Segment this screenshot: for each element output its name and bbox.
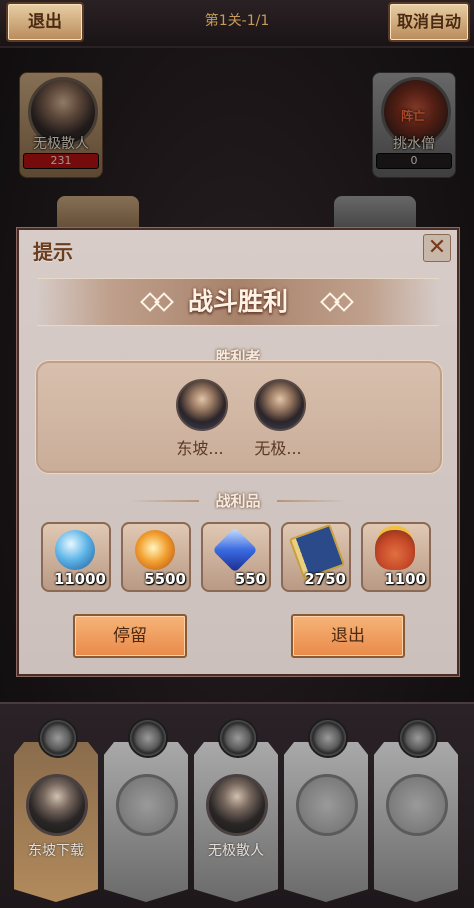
winners-panel: 东坡... 无极... <box>35 360 443 474</box>
slot-avatar <box>206 774 268 836</box>
slot-badge-icon <box>398 718 438 758</box>
exit-dialog-button[interactable]: 退出 <box>291 614 405 658</box>
winner-avatar <box>176 379 228 431</box>
formation-slot-1[interactable]: 东坡下载 <box>14 718 98 902</box>
coin-bag-icon <box>375 530 415 570</box>
winner-item[interactable]: 无极... <box>238 379 318 469</box>
slot-avatar <box>26 774 88 836</box>
fire-orb-icon <box>135 530 175 570</box>
empty-slot-ring <box>296 774 358 836</box>
loot-count: 2750 <box>304 570 346 588</box>
empty-slot-ring <box>116 774 178 836</box>
slot-name: 东坡下载 <box>28 843 84 859</box>
close-icon[interactable]: ✕ <box>423 234 451 262</box>
slot-badge-icon <box>38 718 78 758</box>
blue-gem-icon <box>212 527 258 573</box>
loot-count: 550 <box>234 570 266 588</box>
formation-bar: 东坡下载 无极散人 <box>0 702 474 908</box>
formation-slot-3[interactable]: 无极散人 <box>194 718 278 902</box>
victory-text: 战斗胜利 <box>187 287 288 316</box>
winner-name: 无极... <box>254 439 302 458</box>
slot-badge-icon <box>128 718 168 758</box>
slot-badge-icon <box>218 718 258 758</box>
stay-button[interactable]: 停留 <box>73 614 187 658</box>
top-bar: 退出 第1关-1/1 取消自动 <box>0 0 474 48</box>
winner-name: 东坡... <box>176 439 224 458</box>
loot-item[interactable]: 550 <box>201 522 271 592</box>
blue-crystal-orb-icon <box>55 530 95 570</box>
loot-item[interactable]: 2750 <box>281 522 351 592</box>
victory-banner: 战斗胜利 <box>37 278 439 326</box>
slot-badge-icon <box>308 718 348 758</box>
formation-slot-2[interactable] <box>104 718 188 902</box>
dialog-title: 提示 <box>33 240 73 264</box>
battle-result-dialog: 提示 ✕ 战斗胜利 胜利者 东坡... 无极... 战利品 11000 5500… <box>17 228 459 676</box>
loot-count: 1100 <box>384 570 426 588</box>
cancel-auto-button[interactable]: 取消自动 <box>388 2 470 42</box>
loot-item[interactable]: 11000 <box>41 522 111 592</box>
loot-item[interactable]: 5500 <box>121 522 191 592</box>
winner-item[interactable]: 东坡... <box>160 379 240 469</box>
slot-name: 无极散人 <box>208 843 264 859</box>
empty-slot-ring <box>386 774 448 836</box>
winner-avatar <box>254 379 306 431</box>
loot-count: 11000 <box>53 570 106 588</box>
loot-count: 5500 <box>144 570 186 588</box>
formation-slot-4[interactable] <box>284 718 368 902</box>
divider-right <box>277 500 347 502</box>
formation-slot-5[interactable] <box>374 718 458 902</box>
loot-label: 战利品 <box>215 492 261 510</box>
loot-item[interactable]: 1100 <box>361 522 431 592</box>
